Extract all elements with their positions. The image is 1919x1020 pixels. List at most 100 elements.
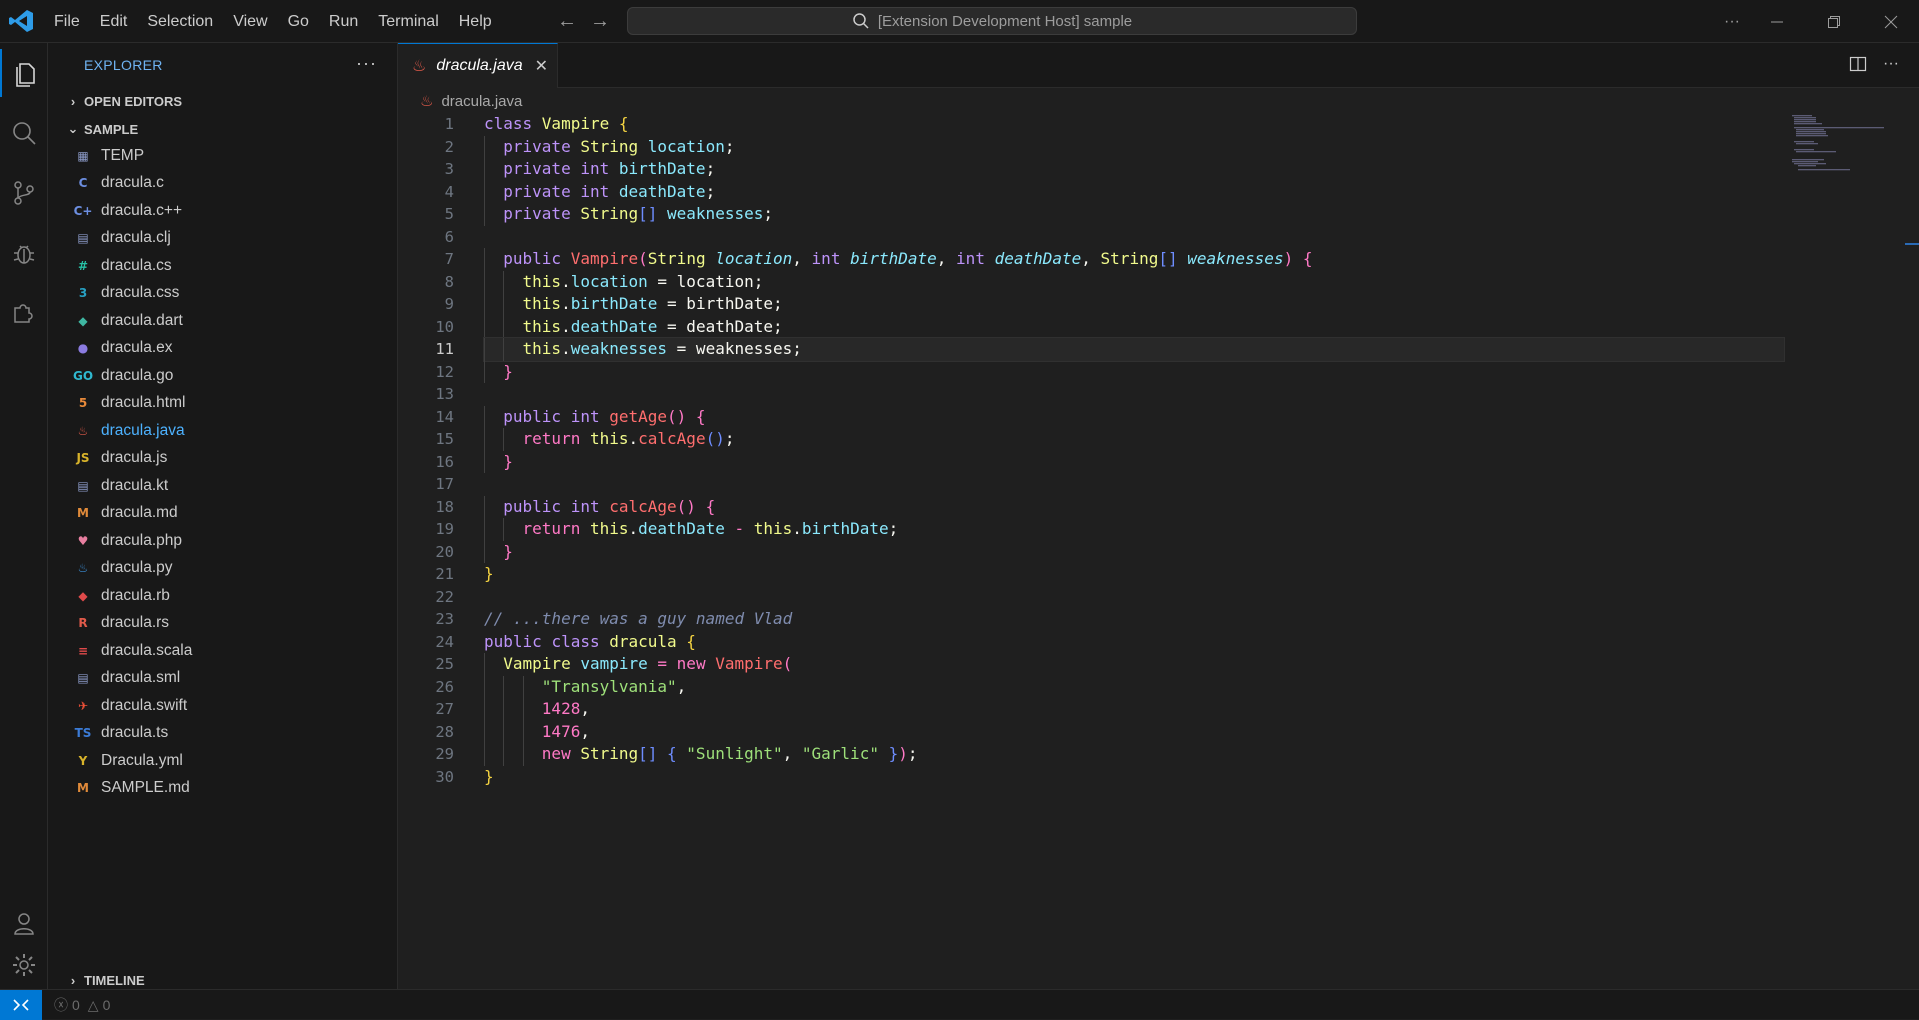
file-item[interactable]: ▤ dracula.sml — [48, 665, 397, 693]
code-line[interactable]: this.birthDate = birthDate; — [484, 293, 1784, 316]
code-area[interactable]: class Vampire { private String location;… — [483, 113, 1785, 789]
code-line[interactable]: } — [484, 563, 1784, 586]
menu-terminal[interactable]: Terminal — [368, 0, 448, 43]
file-item[interactable]: ◆ dracula.dart — [48, 307, 397, 335]
breadcrumb-file[interactable]: dracula.java — [441, 93, 522, 110]
menu-selection[interactable]: Selection — [137, 0, 223, 43]
code-line[interactable]: return this.deathDate - this.birthDate; — [484, 518, 1784, 541]
remote-indicator-icon[interactable] — [0, 990, 42, 1020]
menu-file[interactable]: File — [44, 0, 90, 43]
run-debug-icon[interactable] — [0, 229, 48, 277]
code-line[interactable]: 1428, — [484, 698, 1784, 721]
close-window-button[interactable] — [1868, 0, 1914, 43]
file-item[interactable]: ◆ dracula.rb — [48, 582, 397, 610]
code-line[interactable]: this.deathDate = deathDate; — [484, 315, 1784, 338]
code-line[interactable]: 1476, — [484, 720, 1784, 743]
code-line[interactable]: public class dracula { — [484, 631, 1784, 654]
back-arrow-icon[interactable]: ← — [556, 10, 578, 32]
minimap[interactable] — [1790, 113, 1890, 173]
file-item[interactable]: ≡ dracula.scala — [48, 637, 397, 665]
code-line[interactable]: public int getAge() { — [484, 405, 1784, 428]
manage-gear-icon[interactable] — [0, 941, 48, 989]
code-line[interactable] — [484, 586, 1784, 609]
more-actions-icon[interactable]: ··· — [1883, 55, 1899, 78]
code-line[interactable]: new String[] { "Sunlight", "Garlic" }); — [484, 743, 1784, 766]
more-actions-icon[interactable]: ··· — [1709, 0, 1755, 43]
menu-run[interactable]: Run — [319, 0, 368, 43]
file-item[interactable]: ♨ dracula.java — [48, 417, 397, 445]
code-line[interactable]: public Vampire(String location, int birt… — [484, 248, 1784, 271]
file-item[interactable]: GO dracula.go — [48, 362, 397, 390]
file-item[interactable]: Rdracula.rs — [48, 610, 397, 638]
file-item[interactable]: C+ dracula.c++ — [48, 197, 397, 225]
search-icon[interactable] — [0, 109, 48, 157]
code-line[interactable]: private String location; — [484, 135, 1784, 158]
file-item[interactable]: ♨ dracula.py — [48, 555, 397, 583]
menu-go[interactable]: Go — [278, 0, 319, 43]
workspace-section[interactable]: ⌄ SAMPLE — [48, 117, 397, 141]
code-token: deathDate — [618, 181, 706, 201]
breadcrumb[interactable]: ♨ dracula.java — [398, 89, 522, 113]
code-token: ) — [1283, 249, 1294, 268]
indent-guide — [484, 428, 485, 451]
forward-arrow-icon[interactable]: → — [589, 10, 611, 32]
code-line[interactable]: "Transylvania", — [484, 675, 1784, 698]
file-item[interactable]: M SAMPLE.md — [48, 775, 397, 803]
code-line[interactable]: } — [484, 450, 1784, 473]
code-line[interactable]: private int deathDate; — [484, 180, 1784, 203]
code-line[interactable]: this.location = location; — [484, 270, 1784, 293]
split-editor-icon[interactable] — [1849, 55, 1867, 78]
code-line[interactable]: public int calcAge() { — [484, 495, 1784, 518]
restore-button[interactable] — [1811, 0, 1857, 43]
code-token: String — [647, 249, 716, 268]
section-label: OPEN EDITORS — [84, 93, 183, 109]
file-item[interactable]: ▤ dracula.clj — [48, 225, 397, 253]
file-item[interactable]: 3 dracula.css — [48, 280, 397, 308]
file-item[interactable]: ▦ TEMP — [48, 142, 397, 170]
code-token: dracula — [609, 631, 687, 651]
file-item[interactable]: ▤ dracula.kt — [48, 472, 397, 500]
code-line[interactable]: } — [484, 766, 1784, 789]
code-line[interactable]: class Vampire { — [484, 113, 1784, 136]
tab-dracula-java[interactable]: ♨ dracula.java ✕ — [398, 43, 558, 88]
sidebar-more-icon[interactable]: ··· — [356, 53, 377, 74]
command-center-search[interactable]: [Extension Development Host] sample — [627, 7, 1357, 35]
title-bar: File Edit Selection View Go Run Terminal Help ←… — [0, 0, 1919, 43]
code-editor[interactable]: 1 2 3 4 5 6 7 8 9 10 11 12 13 14 15 16 17 18 19 20 21 22 23 24 2… — [398, 113, 1919, 989]
explorer-icon[interactable] — [0, 49, 48, 97]
file-item[interactable]: Y Dracula.yml — [48, 747, 397, 775]
file-item[interactable]: # dracula.cs — [48, 252, 397, 280]
code-line[interactable]: this.weaknesses = weaknesses; — [483, 337, 1785, 362]
file-item[interactable]: Cdracula.c — [48, 170, 397, 198]
code-token: weaknesses — [570, 339, 668, 358]
menu-view[interactable]: View — [223, 0, 277, 43]
code-line[interactable] — [484, 226, 1784, 249]
account-icon[interactable] — [0, 899, 48, 947]
code-line[interactable]: private int birthDate; — [484, 158, 1784, 181]
menu-help[interactable]: Help — [449, 0, 502, 43]
file-item[interactable]: ✈ dracula.swift — [48, 692, 397, 720]
close-tab-icon[interactable]: ✕ — [535, 56, 548, 76]
code-line[interactable] — [484, 473, 1784, 496]
code-line[interactable] — [484, 383, 1784, 406]
code-token: weaknesses — [657, 204, 764, 223]
minimize-button[interactable] — [1754, 0, 1800, 43]
problems-indicator[interactable]: ⓧ 0 △ 0 — [54, 990, 110, 1020]
code-line[interactable]: return this.calcAge(); — [484, 428, 1784, 451]
file-item[interactable]: JS dracula.js — [48, 445, 397, 473]
code-line[interactable]: } — [484, 360, 1784, 383]
file-item[interactable]: TS dracula.ts — [48, 720, 397, 748]
source-control-icon[interactable] — [0, 169, 48, 217]
extensions-icon[interactable] — [0, 289, 48, 337]
file-item[interactable]: ♥ dracula.php — [48, 527, 397, 555]
code-line[interactable]: private String[] weaknesses; — [484, 203, 1784, 226]
code-line[interactable]: Vampire vampire = new Vampire( — [484, 653, 1784, 676]
file-item[interactable]: Mdracula.md — [48, 500, 397, 528]
menu-edit[interactable]: Edit — [90, 0, 138, 43]
open-editors-section[interactable]: › OPEN EDITORS — [48, 89, 397, 113]
code-line[interactable]: // ...there was a guy named Vlad — [484, 608, 1784, 631]
code-line[interactable]: } — [484, 540, 1784, 563]
file-item[interactable]: ● dracula.ex — [48, 335, 397, 363]
file-item[interactable]: 5 dracula.html — [48, 390, 397, 418]
java-file-icon: ♨ — [412, 58, 427, 75]
